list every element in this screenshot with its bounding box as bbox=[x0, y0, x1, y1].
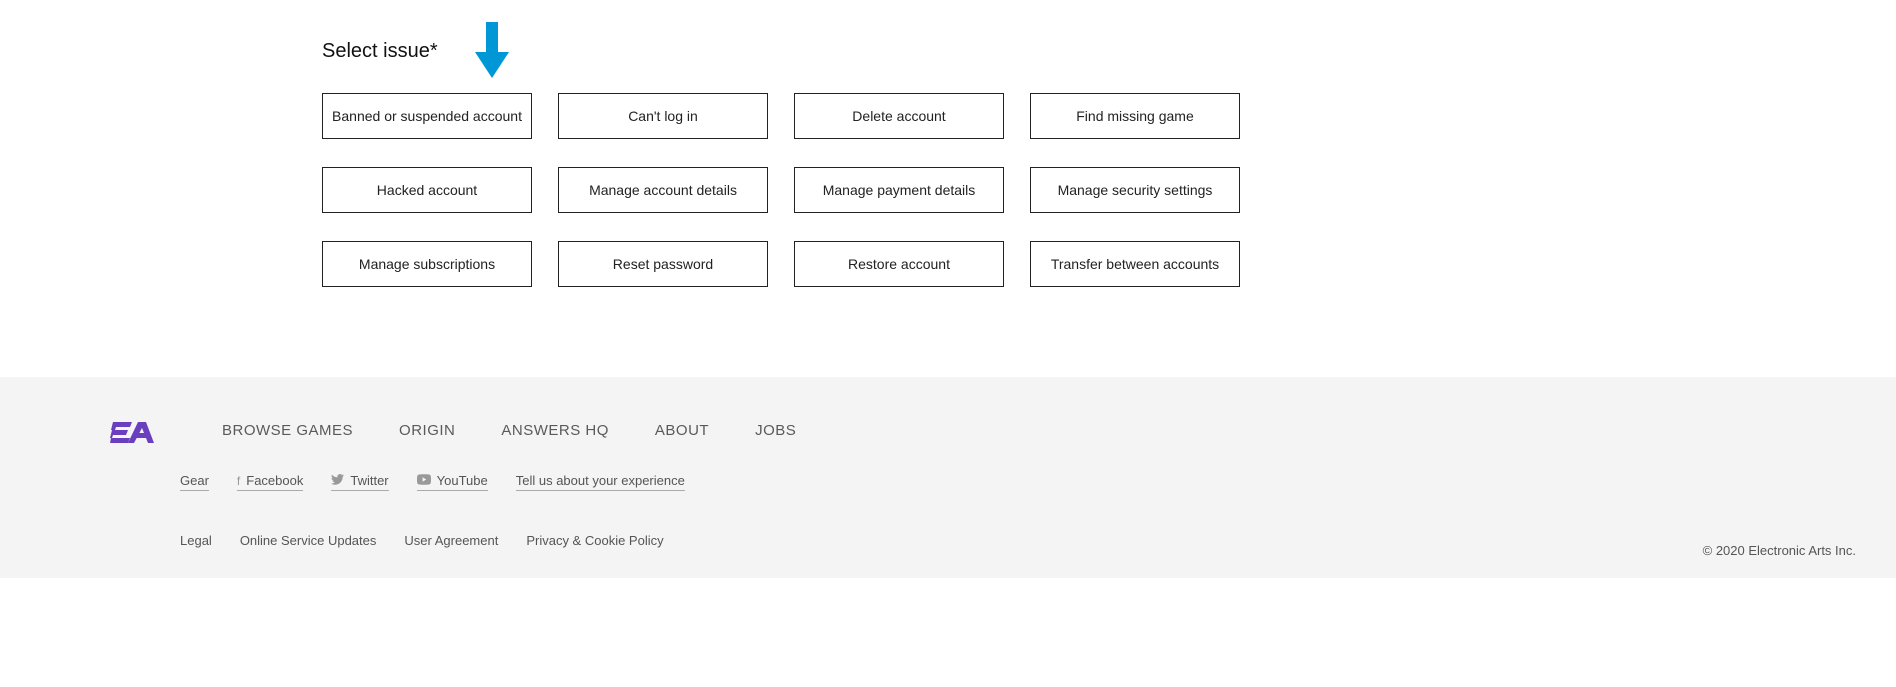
issue-label: Manage account details bbox=[589, 182, 737, 198]
footer-link-feedback[interactable]: Tell us about your experience bbox=[516, 473, 685, 491]
issue-restore-account[interactable]: Restore account bbox=[794, 241, 1004, 287]
footer-link-facebook[interactable]: f Facebook bbox=[237, 473, 303, 491]
facebook-icon: f bbox=[237, 475, 240, 487]
issue-label: Delete account bbox=[852, 108, 945, 124]
issue-select-section: Select issue* Banned or suspended accoun… bbox=[0, 0, 1896, 287]
issue-label: Reset password bbox=[613, 256, 713, 272]
twitter-icon bbox=[331, 474, 344, 487]
issue-label: Manage security settings bbox=[1058, 182, 1213, 198]
issue-delete-account[interactable]: Delete account bbox=[794, 93, 1004, 139]
issue-manage-security-settings[interactable]: Manage security settings bbox=[1030, 167, 1240, 213]
footer-link-user-agreement[interactable]: User Agreement bbox=[404, 533, 498, 548]
footer-link-browse-games[interactable]: BROWSE GAMES bbox=[222, 422, 353, 439]
footer-link-legal[interactable]: Legal bbox=[180, 533, 212, 548]
footer-link-youtube[interactable]: YouTube bbox=[417, 473, 488, 491]
youtube-icon bbox=[417, 474, 431, 487]
select-issue-heading: Select issue* bbox=[322, 40, 1574, 63]
footer-link-label: Twitter bbox=[350, 473, 388, 488]
issue-label: Manage payment details bbox=[823, 182, 976, 198]
issue-cant-log-in[interactable]: Can't log in bbox=[558, 93, 768, 139]
issue-label: Find missing game bbox=[1076, 108, 1194, 124]
copyright-text: © 2020 Electronic Arts Inc. bbox=[1703, 543, 1856, 558]
issue-label: Can't log in bbox=[628, 108, 698, 124]
issue-hacked-account[interactable]: Hacked account bbox=[322, 167, 532, 213]
issue-manage-subscriptions[interactable]: Manage subscriptions bbox=[322, 241, 532, 287]
issue-label: Manage subscriptions bbox=[359, 256, 495, 272]
footer-link-online-service-updates[interactable]: Online Service Updates bbox=[240, 533, 377, 548]
footer-link-privacy-cookie-policy[interactable]: Privacy & Cookie Policy bbox=[526, 533, 663, 548]
footer-link-answers-hq[interactable]: ANSWERS HQ bbox=[501, 422, 609, 439]
issue-label: Banned or suspended account bbox=[332, 108, 522, 124]
ea-logo-icon bbox=[110, 417, 162, 443]
footer-legal-row: Legal Online Service Updates User Agreem… bbox=[180, 533, 1716, 548]
footer-link-gear[interactable]: Gear bbox=[180, 473, 209, 491]
issue-banned-or-suspended[interactable]: Banned or suspended account bbox=[322, 93, 532, 139]
footer-nav: BROWSE GAMES ORIGIN ANSWERS HQ ABOUT JOB… bbox=[222, 422, 796, 439]
footer-link-origin[interactable]: ORIGIN bbox=[399, 422, 455, 439]
issue-transfer-between-accounts[interactable]: Transfer between accounts bbox=[1030, 241, 1240, 287]
footer-link-about[interactable]: ABOUT bbox=[655, 422, 709, 439]
footer-link-label: Facebook bbox=[246, 473, 303, 488]
issue-grid: Banned or suspended account Can't log in… bbox=[322, 93, 1574, 287]
issue-find-missing-game[interactable]: Find missing game bbox=[1030, 93, 1240, 139]
issue-manage-payment-details[interactable]: Manage payment details bbox=[794, 167, 1004, 213]
issue-manage-account-details[interactable]: Manage account details bbox=[558, 167, 768, 213]
issue-reset-password[interactable]: Reset password bbox=[558, 241, 768, 287]
issue-label: Restore account bbox=[848, 256, 950, 272]
footer-link-jobs[interactable]: JOBS bbox=[755, 422, 796, 439]
footer-link-label: YouTube bbox=[437, 473, 488, 488]
issue-label: Hacked account bbox=[377, 182, 477, 198]
arrow-down-icon bbox=[475, 22, 509, 83]
footer-link-twitter[interactable]: Twitter bbox=[331, 473, 388, 491]
issue-label: Transfer between accounts bbox=[1051, 256, 1219, 272]
footer-social-row: Gear f Facebook Twitter YouTube Tell us … bbox=[180, 473, 1716, 491]
site-footer: BROWSE GAMES ORIGIN ANSWERS HQ ABOUT JOB… bbox=[0, 377, 1896, 578]
